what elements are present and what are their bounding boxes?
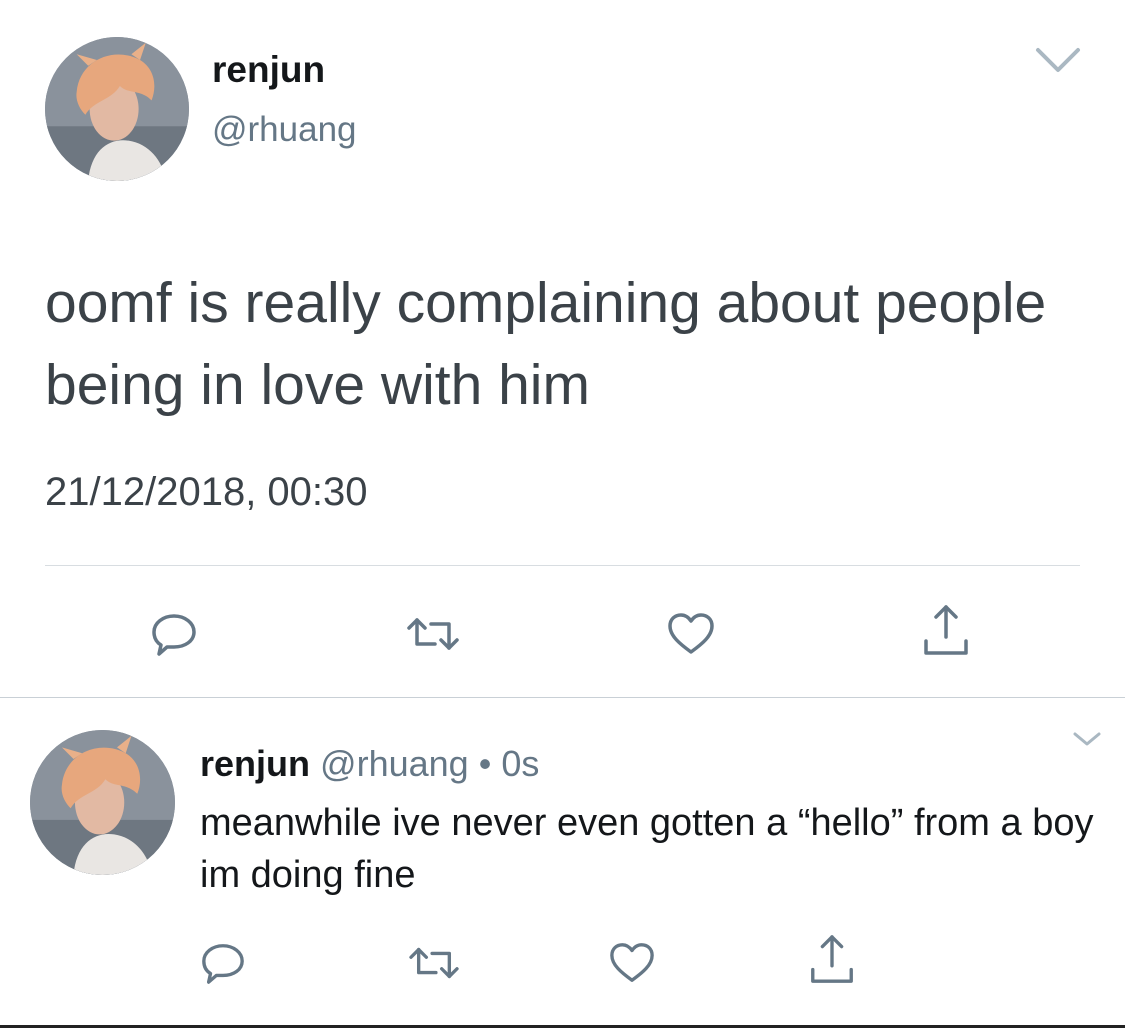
heart-icon (610, 943, 654, 982)
reply-icon (202, 944, 244, 984)
tweet-separator (0, 697, 1125, 698)
tweet-header: renjun @rhuang • 0s (200, 742, 539, 786)
avatar[interactable] (30, 730, 175, 875)
like-button[interactable] (608, 940, 656, 986)
reply-icon (152, 614, 196, 656)
share-button[interactable] (920, 603, 972, 659)
display-name[interactable]: renjun (212, 50, 325, 90)
tweet-text: oomf is really complaining about people … (45, 271, 1047, 417)
tweet-text: meanwhile ive never even gotten a “hello… (200, 802, 1094, 896)
divider (45, 565, 1080, 566)
share-button[interactable] (807, 933, 857, 987)
like-button[interactable] (666, 610, 716, 658)
reply-button[interactable] (200, 940, 246, 986)
avatar-photo (45, 37, 189, 181)
retweet-button[interactable] (407, 940, 461, 986)
share-icon (924, 605, 968, 655)
retweet-icon (409, 947, 459, 979)
dot-separator: • (478, 743, 492, 784)
avatar[interactable] (45, 37, 189, 181)
chevron-down-icon[interactable] (1070, 728, 1104, 750)
avatar-photo (30, 730, 175, 875)
user-handle[interactable]: @rhuang (212, 110, 357, 150)
display-name[interactable]: renjun (200, 743, 310, 784)
chevron-down-icon[interactable] (1030, 42, 1086, 78)
tweet-timestamp[interactable]: 21/12/2018, 00:30 (45, 468, 368, 516)
heart-icon (668, 613, 714, 654)
retweet-button[interactable] (405, 610, 461, 658)
retweet-icon (407, 618, 459, 650)
tweet-age[interactable]: 0s (501, 743, 539, 784)
reply-button[interactable] (150, 610, 198, 658)
share-icon (811, 935, 853, 983)
user-handle[interactable]: @rhuang (320, 743, 469, 784)
